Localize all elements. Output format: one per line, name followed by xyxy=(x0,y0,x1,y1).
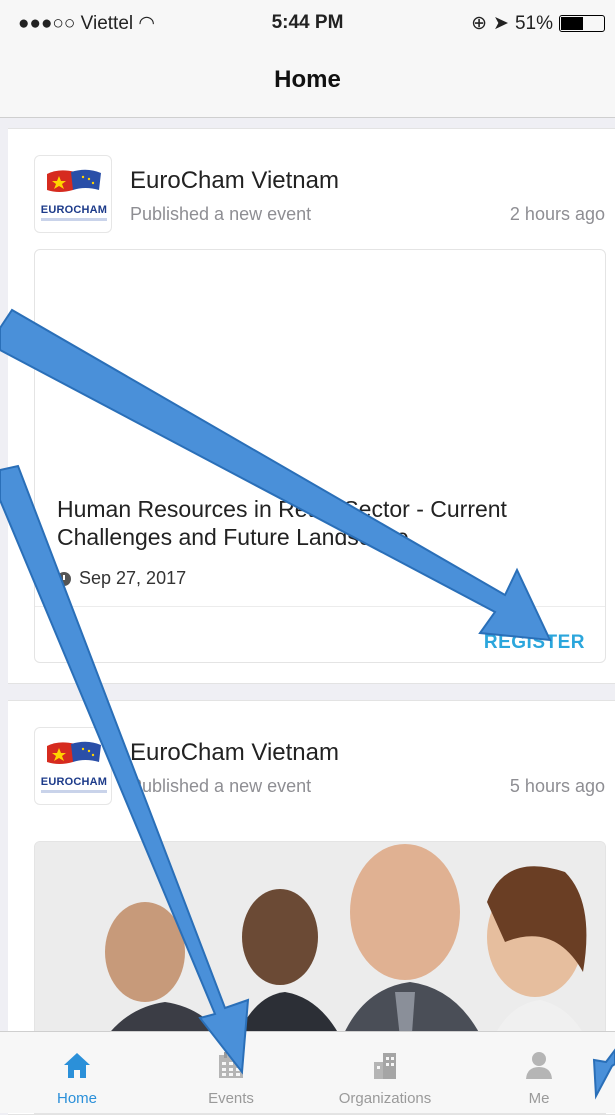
flag-logo-icon xyxy=(47,741,101,764)
event-date-text: Sep 27, 2017 xyxy=(79,568,187,588)
calendar-icon xyxy=(219,1052,243,1078)
home-icon xyxy=(64,1053,90,1078)
event-card[interactable]: Human Resources in Retail Sector - Curre… xyxy=(34,249,606,663)
tab-label: Events xyxy=(208,1090,254,1107)
divider xyxy=(35,606,605,607)
orientation-lock-icon: ⊕ xyxy=(471,13,488,34)
logo-wordmark: EUROCHAM xyxy=(40,204,108,216)
activity-text: Published a new event xyxy=(130,204,312,224)
tab-label: Organizations xyxy=(338,1090,432,1107)
tab-label: Home xyxy=(56,1090,97,1107)
tab-bar: Home Events Organizations Me xyxy=(0,1031,615,1113)
timestamp: 2 hours ago xyxy=(509,204,605,224)
flag-logo-icon xyxy=(47,169,101,192)
organization-name[interactable]: EuroCham Vietnam xyxy=(130,167,339,195)
organization-logo[interactable]: EUROCHAM xyxy=(34,155,112,233)
battery-fill xyxy=(561,17,584,30)
activity-text: Published a new event xyxy=(130,776,312,796)
logo-tagline-bar xyxy=(41,218,107,221)
tab-events[interactable]: Events xyxy=(154,1032,308,1114)
tab-label: Me xyxy=(528,1090,550,1107)
status-bar: ●●●○○ Viettel ◠ 5:44 PM ⊕ ➤ 51% xyxy=(0,0,615,40)
person-icon xyxy=(526,1052,552,1079)
event-title[interactable]: Human Resources in Retail Sector - Curre… xyxy=(57,495,587,551)
battery-percent: 51% xyxy=(514,12,553,34)
buildings-icon xyxy=(374,1053,396,1079)
tab-organizations[interactable]: Organizations xyxy=(308,1032,462,1114)
tab-me[interactable]: Me xyxy=(462,1032,615,1114)
navigation-bar: Home xyxy=(0,40,615,118)
register-button[interactable]: REGISTER xyxy=(484,632,585,654)
tab-home[interactable]: Home xyxy=(0,1032,154,1114)
location-arrow-icon: ➤ xyxy=(493,13,509,34)
feed-card[interactable]: EUROCHAM EuroCham Vietnam Published a ne… xyxy=(8,128,615,684)
page-title: Home xyxy=(274,66,341,93)
status-right: ⊕ ➤ 51% xyxy=(471,12,605,35)
logo-wordmark: EUROCHAM xyxy=(40,776,108,788)
logo-tagline-bar xyxy=(41,790,107,793)
event-date: Sep 27, 2017 xyxy=(57,568,186,589)
clock-icon xyxy=(57,571,71,586)
battery-icon xyxy=(559,15,605,32)
organization-name[interactable]: EuroCham Vietnam xyxy=(130,739,339,767)
timestamp: 5 hours ago xyxy=(509,776,605,796)
organization-logo[interactable]: EUROCHAM xyxy=(34,727,112,805)
